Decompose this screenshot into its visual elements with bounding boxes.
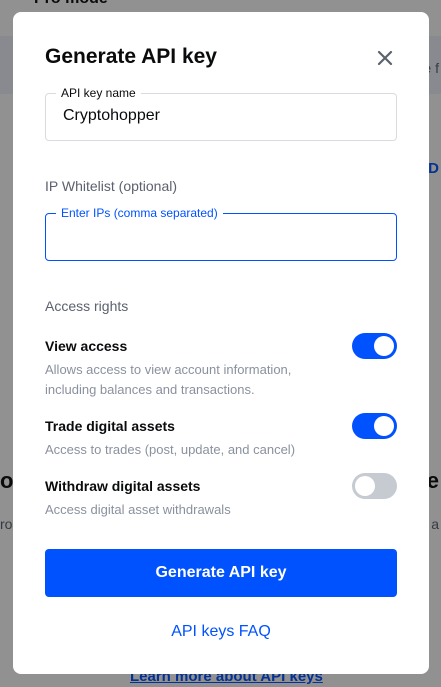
api-keys-faq-link[interactable]: API keys FAQ	[13, 623, 429, 641]
toggle-knob	[374, 336, 394, 356]
ip-whitelist-label: Enter IPs (comma separated)	[56, 206, 223, 220]
ip-whitelist-input[interactable]	[61, 226, 385, 246]
close-icon	[377, 50, 393, 66]
access-right-title: View access	[45, 338, 128, 354]
access-right-description: Allows access to view account informatio…	[45, 362, 292, 397]
toggle-knob	[355, 476, 375, 496]
generate-api-key-dialog: Generate API key API key name IP Whiteli…	[13, 12, 429, 674]
access-right-withdraw: Withdraw digital assets Access digital a…	[45, 478, 397, 520]
withdraw-assets-toggle[interactable]	[352, 473, 397, 499]
dialog-title: Generate API key	[45, 45, 217, 68]
ip-whitelist-section-label: IP Whitelist (optional)	[45, 178, 178, 194]
api-key-name-field: API key name	[45, 86, 397, 141]
access-right-title: Withdraw digital assets	[45, 478, 201, 494]
access-right-trade: Trade digital assets Access to trades (p…	[45, 418, 397, 460]
api-key-name-label: API key name	[56, 86, 141, 100]
trade-assets-toggle[interactable]	[352, 413, 397, 439]
access-rights-section-label: Access rights	[45, 298, 129, 314]
ip-whitelist-field: Enter IPs (comma separated)	[45, 206, 397, 261]
view-access-toggle[interactable]	[352, 333, 397, 359]
close-button[interactable]	[373, 46, 397, 70]
toggle-knob	[374, 416, 394, 436]
access-right-description: Access to trades (post, update, and canc…	[45, 442, 296, 457]
access-right-title: Trade digital assets	[45, 418, 175, 434]
access-right-view: View access Allows access to view accoun…	[45, 338, 397, 400]
generate-api-key-button[interactable]: Generate API key	[45, 549, 397, 597]
api-key-name-input[interactable]	[61, 106, 385, 126]
access-right-description: Access digital asset withdrawals	[45, 502, 231, 517]
